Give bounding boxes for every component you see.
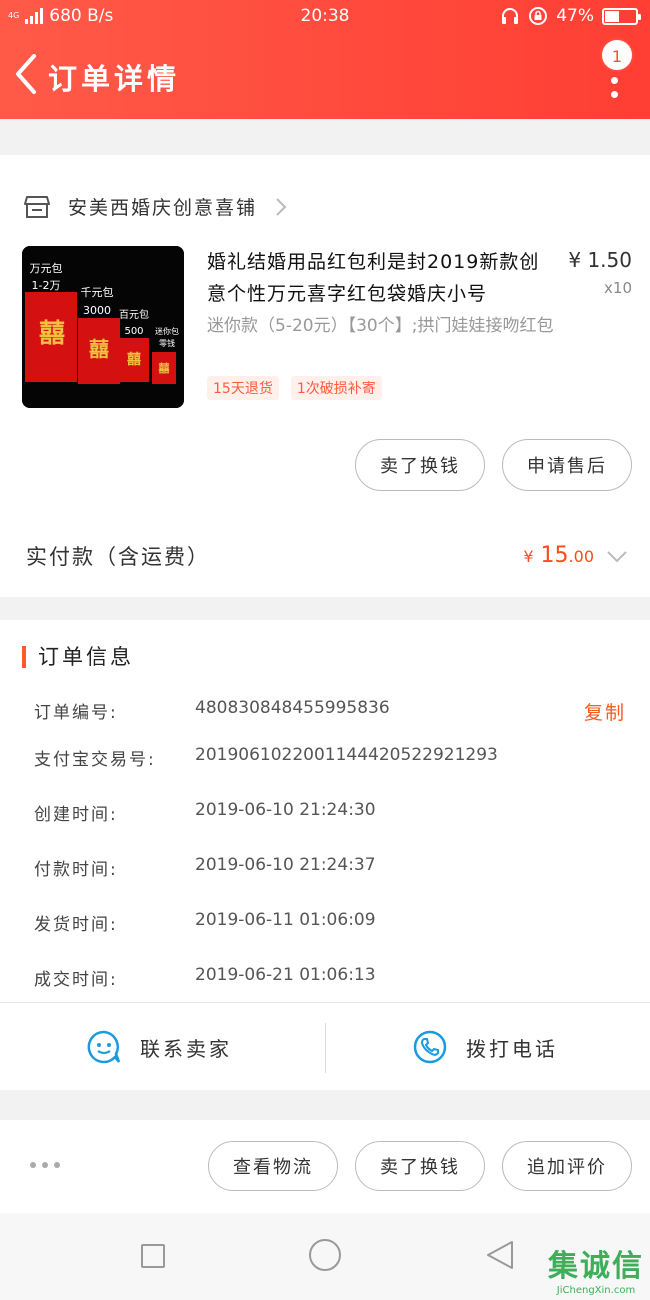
image-label: 迷你包: [155, 326, 179, 336]
paid-label: 实付款（含运费）: [26, 545, 210, 569]
svg-text:囍: 囍: [127, 351, 141, 368]
info-key: 发货时间:: [34, 915, 118, 935]
watermark-brand: 集诚信: [548, 1249, 644, 1284]
contact-seller-label: 联系卖家: [140, 1036, 232, 1061]
copy-button[interactable]: 复制: [584, 698, 626, 725]
status-bar: 4G 680 B/s 20:38 47%: [0, 0, 650, 34]
page-title: 订单详情: [48, 62, 181, 96]
info-key: 订单编号:: [34, 703, 118, 723]
shop-name: 安美西婚庆创意喜铺: [68, 197, 258, 219]
system-nav-bar: 集诚信 JiChengXin.com: [0, 1213, 650, 1300]
image-label: 零钱: [159, 338, 175, 348]
svg-text:囍: 囍: [159, 361, 170, 375]
tag-return: 15天退货: [207, 376, 279, 400]
image-label: 百元包: [119, 308, 149, 321]
product-quantity: x10: [604, 279, 632, 297]
product-image[interactable]: 囍 囍 囍 囍 万元包 1-2万 千元包 3000 百元包 500 迷你包 零钱: [22, 246, 184, 408]
contact-seller-button[interactable]: 联系卖家: [86, 1003, 232, 1091]
info-value: 480830848455995836: [195, 698, 390, 718]
amount-integer: 15: [540, 543, 569, 568]
resell-button[interactable]: 卖了换钱: [355, 439, 485, 491]
info-value: 2019-06-10 21:24:30: [195, 800, 376, 820]
view-logistics-button[interactable]: 查看物流: [208, 1141, 338, 1191]
red-envelope-image: 囍 囍 囍 囍 万元包 1-2万 千元包 3000 百元包 500 迷你包 零钱: [22, 246, 184, 408]
home-icon[interactable]: [309, 1239, 341, 1271]
battery-icon: [602, 7, 641, 25]
info-value: 2019-06-11 01:06:09: [195, 910, 376, 930]
call-phone-button[interactable]: 拨打电话: [412, 1003, 558, 1091]
image-label: 3000: [83, 304, 111, 317]
currency-symbol: ¥: [523, 547, 534, 566]
image-label: 千元包: [81, 286, 114, 299]
amount-decimal: .00: [568, 547, 594, 566]
info-key: 支付宝交易号:: [34, 750, 156, 770]
shop-link[interactable]: 安美西婚庆创意喜铺: [24, 193, 287, 220]
resell-bottom-button[interactable]: 卖了换钱: [355, 1141, 485, 1191]
image-label: 1-2万: [32, 279, 61, 292]
info-key: 成交时间:: [34, 970, 118, 990]
lock-rotation-icon: [529, 7, 548, 25]
info-key: 付款时间:: [34, 860, 118, 880]
order-info-card: 订单信息 订单编号: 480830848455995836 复制 支付宝交易号:…: [0, 620, 650, 1002]
chevron-right-icon: [276, 197, 287, 216]
info-key: 创建时间:: [34, 805, 118, 825]
bottom-action-bar: 查看物流 卖了换钱 追加评价: [0, 1120, 650, 1213]
back-arrow-icon[interactable]: [10, 52, 40, 96]
contact-bar: 联系卖家 拨打电话: [0, 1002, 650, 1090]
product-price: ¥ 1.50: [568, 248, 632, 272]
add-review-button[interactable]: 追加评价: [502, 1141, 632, 1191]
svg-text:囍: 囍: [89, 337, 109, 361]
watermark: 集诚信 JiChengXin.com: [548, 1241, 644, 1296]
tag-damage: 1次破损补寄: [290, 376, 382, 400]
recent-apps-icon[interactable]: [141, 1244, 165, 1268]
svg-text:囍: 囍: [39, 319, 65, 349]
divider: [325, 1023, 326, 1073]
image-label: 500: [124, 326, 143, 337]
order-info-title: 订单信息: [22, 646, 134, 668]
phone-icon: [413, 1030, 447, 1064]
app-header: 4G 680 B/s 20:38 47% 订单详情 1: [0, 0, 650, 119]
more-dots-icon[interactable]: [30, 1162, 60, 1168]
info-value: 2019-06-10 21:24:37: [195, 855, 376, 875]
watermark-site: JiChengXin.com: [556, 1285, 636, 1296]
product-title[interactable]: 婚礼结婚用品红包利是封2019新款创意个性万元喜字红包袋婚庆小号: [207, 246, 557, 310]
product-spec: 迷你款（5-20元）【30个】;拱门娃娃接吻红包: [207, 316, 554, 336]
call-phone-label: 拨打电话: [466, 1036, 558, 1061]
back-triangle-icon[interactable]: [484, 1239, 516, 1271]
notification-badge[interactable]: 1: [600, 38, 634, 72]
chevron-down-icon[interactable]: [606, 549, 628, 565]
chat-bubble-icon: [87, 1030, 121, 1064]
after-sale-button[interactable]: 申请售后: [502, 439, 632, 491]
image-label: 万元包: [30, 262, 63, 275]
info-value: 2019-06-21 01:06:13: [195, 965, 376, 985]
info-value: 2019061022001144420522921293: [195, 745, 498, 765]
service-tags: 15天退货 1次破损补寄: [207, 376, 382, 400]
shop-icon: [24, 195, 50, 218]
battery-percent: 47%: [556, 6, 594, 26]
paid-amount[interactable]: ¥ 15.00: [523, 543, 594, 568]
order-item-card: 安美西婚庆创意喜铺 囍 囍 囍 囍 万元包 1-2万 千元包 3000 百元包 …: [0, 155, 650, 597]
headphone-icon: [502, 8, 519, 24]
